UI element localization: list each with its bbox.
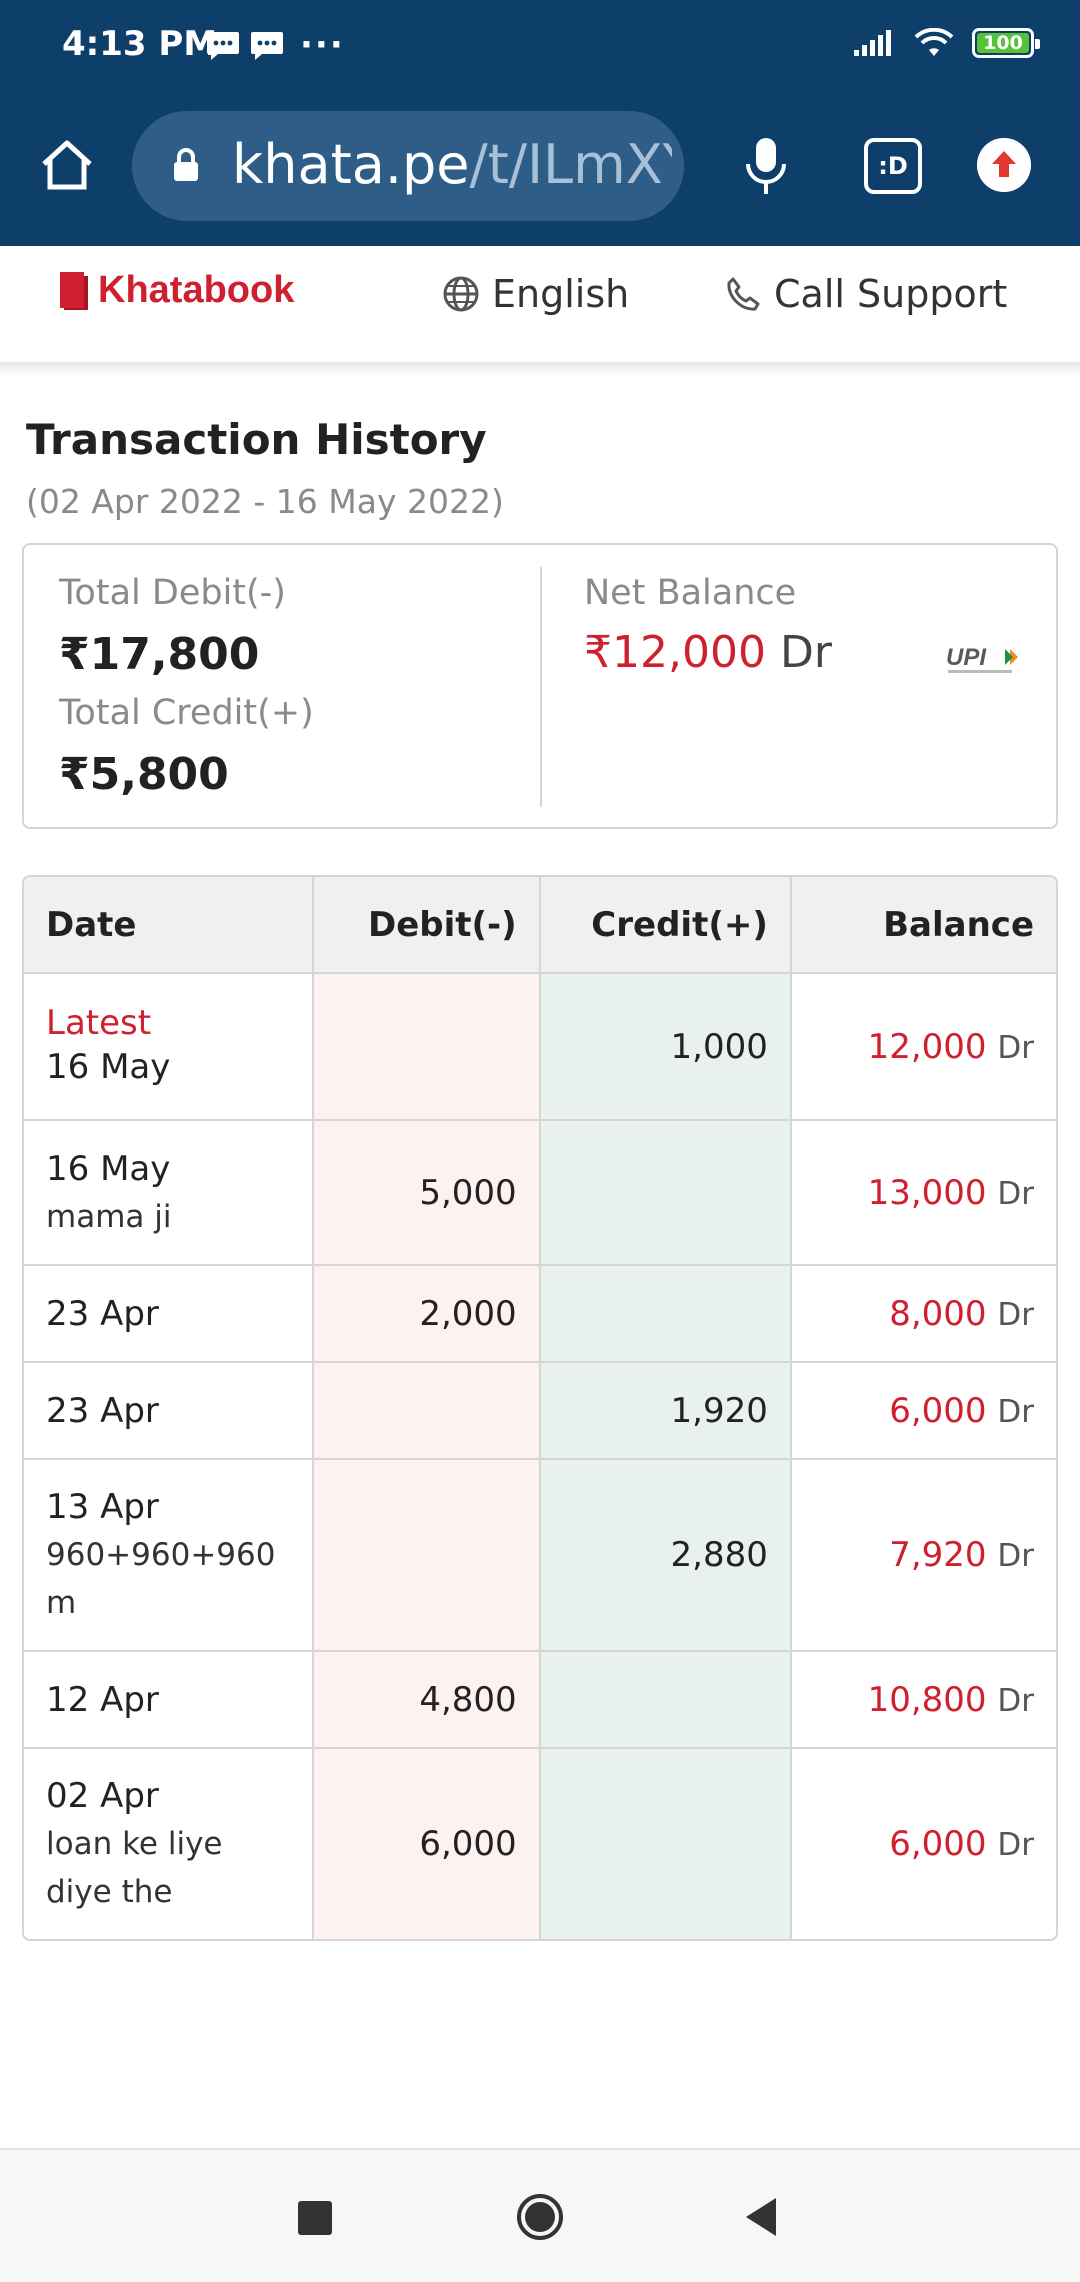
date-cell: 13 Apr 960+960+960 m xyxy=(24,1460,314,1652)
svg-text:UPI: UPI xyxy=(946,644,987,671)
message-icon xyxy=(251,32,283,60)
language-selector[interactable]: English xyxy=(442,272,629,316)
total-credit-value: ₹5,800 xyxy=(59,749,229,800)
table-row[interactable]: Latest 16 May 1,000 12,000 Dr xyxy=(24,974,1056,1121)
wifi-icon xyxy=(914,28,954,56)
transaction-note: mama ji xyxy=(46,1198,172,1235)
tabs-icon[interactable]: :D xyxy=(864,138,922,194)
upload-icon[interactable] xyxy=(977,138,1031,192)
mic-icon[interactable] xyxy=(740,134,792,198)
khatabook-logo[interactable]: Khatabook xyxy=(56,268,294,312)
balance-cell: 13,000 Dr xyxy=(791,1121,1056,1266)
call-support-link[interactable]: Call Support xyxy=(724,272,1007,316)
transactions-table: Date Debit(-) Credit(+) Balance Latest 1… xyxy=(22,875,1058,1941)
total-debit-label: Total Debit(-) xyxy=(59,573,286,613)
balance-cell: 8,000 Dr xyxy=(791,1266,1056,1363)
date-header: Date xyxy=(24,877,314,974)
table-row[interactable]: 13 Apr 960+960+960 m 2,880 7,920 Dr xyxy=(24,1460,1056,1652)
latest-badge: Latest xyxy=(46,1002,152,1043)
date-cell: 23 Apr xyxy=(24,1266,314,1363)
summary-card: Total Debit(-) ₹17,800 Total Credit(+) ₹… xyxy=(22,543,1058,829)
status-bar: 4:13 PM ··· 100 xyxy=(0,0,1080,96)
url-text[interactable]: khata.pe/t/ILmXY xyxy=(232,133,672,196)
globe-icon xyxy=(443,276,479,312)
credit-cell xyxy=(540,1121,792,1266)
brand-name: Khatabook xyxy=(98,268,295,311)
balance-cell: 12,000 Dr xyxy=(791,974,1056,1121)
balance-cell: 6,000 Dr xyxy=(791,1363,1056,1460)
balance-cell: 7,920 Dr xyxy=(791,1460,1056,1652)
credit-cell: 2,880 xyxy=(540,1460,792,1652)
balance-cell: 10,800 Dr xyxy=(791,1652,1056,1749)
debit-cell: 5,000 xyxy=(313,1121,541,1266)
transaction-note: 960+960+960 m xyxy=(46,1537,276,1621)
table-row[interactable]: 23 Apr 2,000 8,000 Dr xyxy=(24,1266,1056,1363)
address-bar[interactable]: khata.pe/t/ILmXY xyxy=(132,111,684,221)
debit-cell xyxy=(313,1460,541,1652)
call-support-label: Call Support xyxy=(774,272,1008,316)
header-shadow xyxy=(0,362,1080,376)
browser-toolbar: khata.pe/t/ILmXY :D xyxy=(0,96,1080,246)
balance-header: Balance xyxy=(791,877,1056,974)
home-circle-icon[interactable] xyxy=(515,2192,565,2242)
debit-cell xyxy=(313,974,541,1121)
table-row[interactable]: 23 Apr 1,920 6,000 Dr xyxy=(24,1363,1056,1460)
table-row[interactable]: 12 Apr 4,800 10,800 Dr xyxy=(24,1652,1056,1749)
battery-icon: 100 xyxy=(972,28,1040,58)
debit-cell xyxy=(313,1363,541,1460)
balance-cell: 6,000 Dr xyxy=(889,1824,1034,1864)
home-icon[interactable] xyxy=(38,136,96,194)
date-cell: 02 Apr loan ke liye diye the xyxy=(24,1749,314,1939)
signal-icon xyxy=(854,30,891,56)
debit-cell: 2,000 xyxy=(313,1266,541,1363)
total-debit-value: ₹17,800 xyxy=(59,629,260,680)
date-cell: Latest 16 May xyxy=(24,974,314,1121)
date-cell: 12 Apr xyxy=(24,1652,314,1749)
date-range: (02 Apr 2022 - 16 May 2022) xyxy=(26,482,504,521)
notification-icons: ··· xyxy=(206,25,345,65)
table-row[interactable]: 02 Apr loan ke liye diye the 6,000 6,000… xyxy=(24,1749,1056,1939)
credit-cell xyxy=(540,1749,792,1939)
summary-divider xyxy=(540,567,542,807)
status-time: 4:13 PM xyxy=(62,24,218,64)
credit-header: Credit(+) xyxy=(540,877,792,974)
credit-cell: 1,000 xyxy=(540,974,792,1121)
debit-header: Debit(-) xyxy=(313,877,541,974)
credit-cell xyxy=(540,1652,792,1749)
debit-cell: 6,000 xyxy=(313,1749,541,1939)
system-icons: 100 xyxy=(854,28,1040,58)
date-cell: 23 Apr xyxy=(24,1363,314,1460)
page-title: Transaction History xyxy=(26,415,487,464)
total-credit-label: Total Credit(+) xyxy=(59,693,314,733)
book-icon xyxy=(60,272,88,310)
credit-cell xyxy=(540,1266,792,1363)
table-header-row: Date Debit(-) Credit(+) Balance xyxy=(24,877,1056,974)
table-row[interactable]: 16 May mama ji 5,000 13,000 Dr xyxy=(24,1121,1056,1266)
phone-icon xyxy=(727,277,760,311)
lock-icon xyxy=(174,148,198,181)
system-navigation-bar xyxy=(0,2148,1080,2282)
date-cell: 16 May mama ji xyxy=(24,1121,314,1266)
credit-cell: 1,920 xyxy=(540,1363,792,1460)
recents-icon[interactable] xyxy=(298,2201,332,2235)
site-header: Khatabook English Call Support xyxy=(0,246,1080,364)
more-notifications-icon: ··· xyxy=(300,25,345,65)
net-balance-value: ₹12,000 Dr xyxy=(584,627,832,678)
back-icon[interactable] xyxy=(742,2196,782,2238)
transaction-note: loan ke liye diye the xyxy=(46,1826,223,1910)
debit-cell: 4,800 xyxy=(313,1652,541,1749)
message-icon xyxy=(207,32,239,60)
upi-logo: UPI xyxy=(946,644,1018,673)
language-label: English xyxy=(492,272,630,316)
net-balance-label: Net Balance xyxy=(584,573,797,613)
